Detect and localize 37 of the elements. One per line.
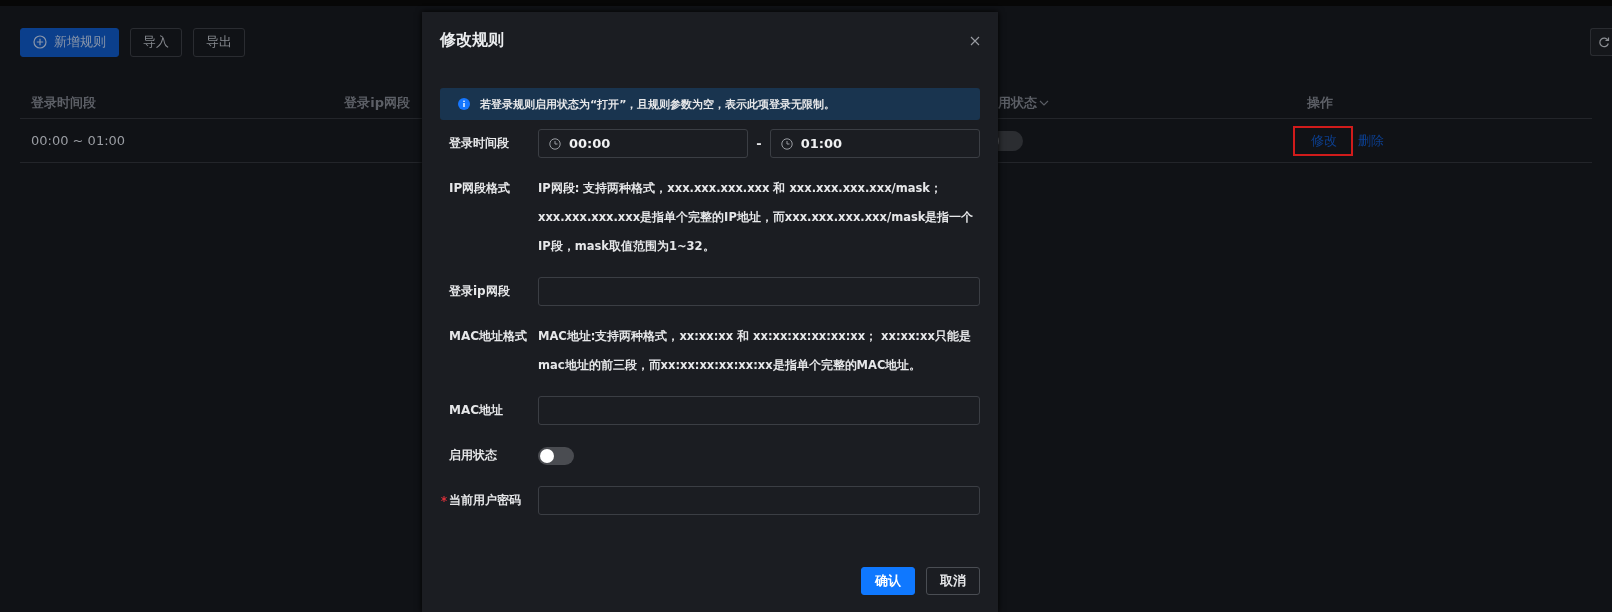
field-label: IP网段格式 [449,181,511,195]
format-description: IP网段: 支持两种格式，xxx.xxx.xxx.xxx 和 xxx.xxx.xxx.xxx/mask； xxx.xxx.xxx.xxx是指单个完整的IP地址，而xxx.xxx.xxx.xxx/mask是指一个IP段，mask取值范围为1~32。 [538,180,975,255]
plus-circle-icon [33,35,47,49]
notice-text: 若登录规则启用状态为“打开”，且规则参数为空，表示此项登录无限制。 [480,96,836,112]
clock-icon [549,137,561,150]
input-field[interactable] [538,486,980,515]
column-header: 操作 [1306,94,1334,112]
cancel-button[interactable]: 取消 [926,567,980,595]
clock-icon [780,137,793,150]
toolbar-button[interactable]: 导入 [130,27,182,57]
time-picker[interactable]: 01:00 [769,129,980,158]
input-field[interactable] [538,396,980,425]
dialog-title: 修改规则 [440,30,504,51]
column-header: 登录ip网段 [343,94,411,112]
close-icon[interactable] [970,35,980,46]
column-header: 登录时间段 [30,94,97,112]
range-separator: - [755,136,763,151]
toggle-switch[interactable] [538,446,574,465]
format-description: MAC地址:支持两种格式，xx:xx:xx 和 xx:xx:xx:xx:xx:xx； xx:xx:xx只能是mac地址的前三段，而xx:xx:xx:xx:xx:xx是指单个完整的MAC地址。 [538,328,972,374]
chevron-down-icon[interactable] [1039,99,1049,107]
refresh-button[interactable] [1590,28,1612,56]
info-icon [458,98,470,110]
column-header: 用状态 [998,94,1037,112]
field-label: 登录时间段 [449,136,509,150]
field-label: MAC地址 [449,403,504,417]
add-rule-button[interactable]: 新增规则 [20,27,119,57]
field-label: MAC地址格式 [449,329,528,343]
field-label: 当前用户密码 [449,493,521,507]
table-cell-text: 00:00 ~ 01:00 [30,133,127,148]
required-asterisk-icon [441,496,447,502]
input-field[interactable] [538,277,980,306]
field-label: 登录ip网段 [449,284,510,298]
toolbar-button[interactable]: 导出 [193,27,245,57]
refresh-icon [1597,36,1610,48]
field-label: 启用状态 [449,448,497,462]
time-picker[interactable]: 00:00 [538,129,749,158]
confirm-button[interactable]: 确认 [861,567,915,595]
